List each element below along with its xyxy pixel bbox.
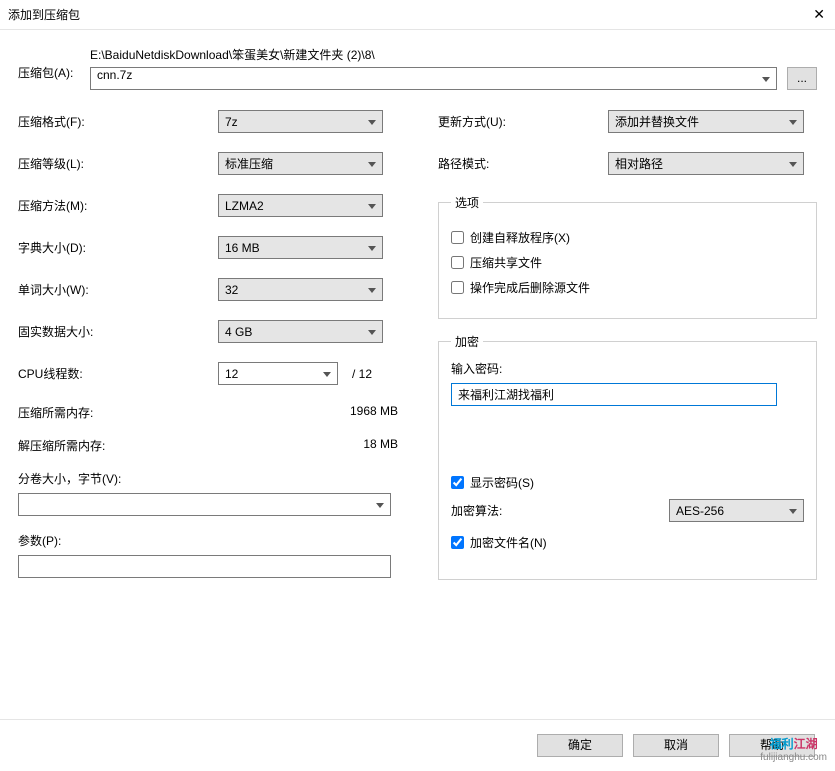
algo-select[interactable]: AES-256 [669,499,804,522]
method-label: 压缩方法(M): [18,197,218,214]
shared-checkbox[interactable] [451,256,464,269]
encrypt-names-checkbox[interactable] [451,536,464,549]
threads-label: CPU线程数: [18,365,218,382]
word-select[interactable]: 32 [218,278,383,301]
password-input[interactable] [451,383,777,406]
browse-button[interactable]: ... [787,67,817,90]
algo-label: 加密算法: [451,502,502,519]
archive-filename-combo[interactable]: cnn.7z [90,67,777,90]
delete-checkbox[interactable] [451,281,464,294]
archive-label: 压缩包(A): [18,46,78,81]
format-select[interactable]: 7z [218,110,383,133]
options-legend: 选项 [451,194,483,211]
sfx-label: 创建自释放程序(X) [470,229,570,246]
params-input[interactable] [18,555,391,578]
ok-button[interactable]: 确定 [537,734,623,757]
threads-total: / 12 [352,367,372,381]
mem-decompress-label: 解压缩所需内存: [18,437,105,454]
mem-compress-value: 1968 MB [350,404,398,421]
help-button[interactable]: 帮助 [729,734,815,757]
shared-label: 压缩共享文件 [470,254,542,271]
level-label: 压缩等级(L): [18,155,218,172]
update-select[interactable]: 添加并替换文件 [608,110,804,133]
params-label: 参数(P): [18,532,398,549]
mem-compress-label: 压缩所需内存: [18,404,93,421]
delete-label: 操作完成后删除源文件 [470,279,590,296]
solid-select[interactable]: 4 GB [218,320,383,343]
pathmode-select[interactable]: 相对路径 [608,152,804,175]
encrypt-names-label: 加密文件名(N) [470,534,547,551]
dict-select[interactable]: 16 MB [218,236,383,259]
threads-select[interactable]: 12 [218,362,338,385]
archive-path: E:\BaiduNetdiskDownload\笨蛋美女\新建文件夹 (2)\8… [90,46,817,63]
options-group: 选项 创建自释放程序(X) 压缩共享文件 操作完成后删除源文件 [438,194,817,319]
solid-label: 固实数据大小: [18,323,218,340]
format-label: 压缩格式(F): [18,113,218,130]
password-label: 输入密码: [451,360,804,377]
level-select[interactable]: 标准压缩 [218,152,383,175]
close-icon[interactable]: ✕ [813,6,825,23]
pathmode-label: 路径模式: [438,155,608,172]
update-label: 更新方式(U): [438,113,608,130]
cancel-button[interactable]: 取消 [633,734,719,757]
word-label: 单词大小(W): [18,281,218,298]
show-password-label: 显示密码(S) [470,474,534,491]
dict-label: 字典大小(D): [18,239,218,256]
split-label: 分卷大小，字节(V): [18,470,398,487]
split-select[interactable] [18,493,391,516]
sfx-checkbox[interactable] [451,231,464,244]
mem-decompress-value: 18 MB [363,437,398,454]
encrypt-legend: 加密 [451,333,483,350]
encrypt-group: 加密 输入密码: 显示密码(S) 加密算法: AES-256 加密文件名(N) [438,333,817,580]
window-title: 添加到压缩包 [8,6,80,23]
method-select[interactable]: LZMA2 [218,194,383,217]
show-password-checkbox[interactable] [451,476,464,489]
